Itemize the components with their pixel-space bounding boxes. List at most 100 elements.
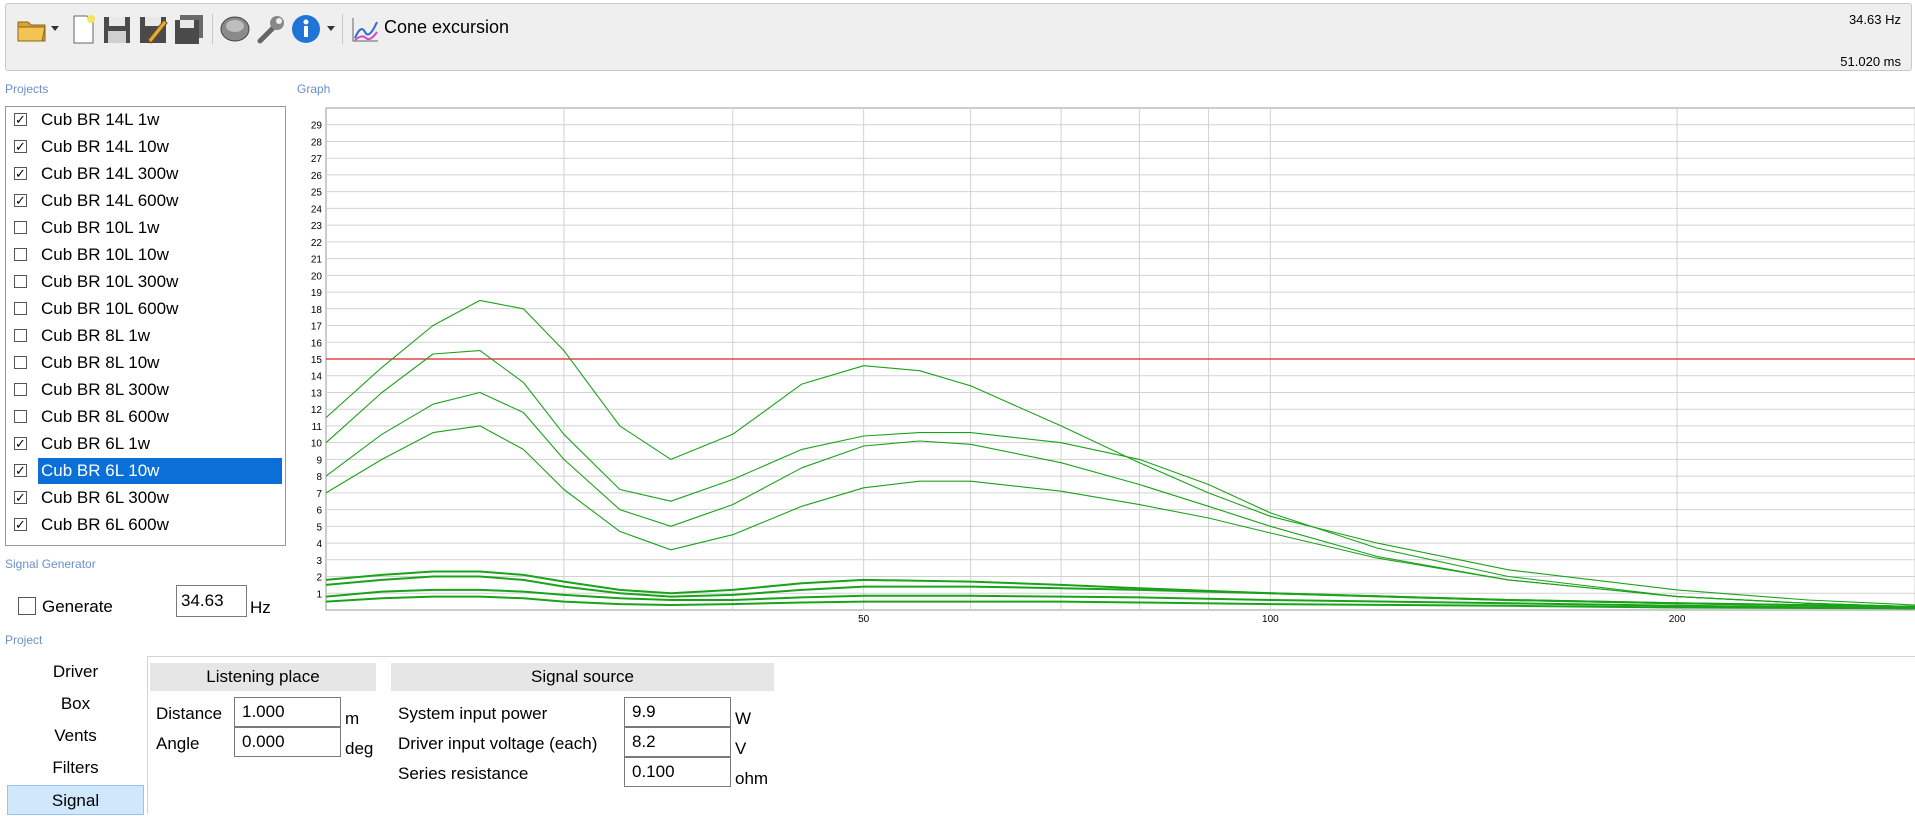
project-checkbox[interactable]: [14, 410, 27, 423]
signal-generator-section-label: Signal Generator: [5, 557, 96, 571]
project-label: Cub BR 6L 1w: [41, 434, 150, 453]
generate-label: Generate: [42, 597, 113, 616]
project-label: Cub BR 14L 1w: [41, 110, 160, 129]
settings-wrench-icon[interactable]: [254, 12, 288, 46]
project-nav-vents[interactable]: Vents: [7, 721, 144, 751]
y-tick-label: 17: [311, 322, 323, 333]
project-list-item[interactable]: Cub BR 10L 10w: [6, 242, 285, 268]
y-tick-label: 18: [311, 305, 323, 316]
project-nav-signal[interactable]: Signal: [7, 785, 144, 815]
series-resistance-label: Series resistance: [398, 764, 529, 783]
project-checkbox[interactable]: [14, 248, 27, 261]
series-resistance-input[interactable]: 0.100: [624, 757, 731, 787]
project-checkbox[interactable]: [14, 275, 27, 288]
project-label: Cub BR 14L 600w: [41, 191, 179, 210]
listening-place-header: Listening place: [150, 663, 376, 691]
y-tick-label: 15: [311, 355, 323, 366]
project-list-item[interactable]: ✓ Cub BR 14L 1w: [6, 107, 285, 133]
info-icon[interactable]: [289, 12, 323, 46]
project-list-item[interactable]: Cub BR 8L 1w: [6, 323, 285, 349]
project-checkbox[interactable]: [14, 356, 27, 369]
save-icon[interactable]: [100, 12, 134, 46]
project-checkbox[interactable]: ✓: [14, 464, 27, 477]
y-tick-label: 23: [311, 221, 323, 232]
project-checkbox[interactable]: ✓: [14, 518, 27, 531]
project-label: Cub BR 10L 300w: [41, 272, 179, 291]
project-label: Cub BR 10L 1w: [41, 218, 160, 237]
distance-input[interactable]: 1.000: [234, 697, 341, 727]
project-checkbox[interactable]: [14, 329, 27, 342]
project-list-item[interactable]: Cub BR 8L 600w: [6, 404, 285, 430]
graph-section-label: Graph: [297, 82, 331, 96]
y-tick-label: 4: [316, 539, 322, 550]
speaker-icon[interactable]: [218, 12, 252, 46]
projects-section-label: Projects: [5, 82, 49, 96]
project-checkbox[interactable]: [14, 302, 27, 315]
project-list-item[interactable]: Cub BR 10L 600w: [6, 296, 285, 322]
project-list-item[interactable]: Cub BR 8L 10w: [6, 350, 285, 376]
angle-unit: deg: [345, 739, 374, 758]
project-checkbox[interactable]: [14, 221, 27, 234]
project-list-item[interactable]: ✓ Cub BR 6L 600w: [6, 512, 285, 538]
project-section-label: Project: [5, 633, 43, 647]
y-tick-label: 5: [316, 522, 322, 533]
new-file-icon[interactable]: [66, 12, 100, 46]
project-label: Cub BR 8L 1w: [41, 326, 150, 345]
chart-icon[interactable]: [348, 12, 382, 46]
project-checkbox[interactable]: ✓: [14, 167, 27, 180]
project-list-item[interactable]: Cub BR 8L 300w: [6, 377, 285, 403]
project-list-item[interactable]: ✓ Cub BR 6L 300w: [6, 485, 285, 511]
save-as-icon[interactable]: [136, 12, 170, 46]
save-all-icon[interactable]: [172, 12, 206, 46]
project-label: Cub BR 6L 600w: [41, 515, 169, 534]
project-checkbox[interactable]: ✓: [14, 437, 27, 450]
project-checkbox[interactable]: ✓: [14, 140, 27, 153]
series-resistance-unit: ohm: [735, 769, 769, 788]
project-checkbox[interactable]: ✓: [14, 113, 27, 126]
y-tick-label: 29: [311, 121, 323, 132]
y-tick-label: 10: [311, 439, 323, 450]
y-tick-label: 7: [316, 489, 322, 500]
system-input-power-unit: W: [735, 709, 752, 728]
toolbar-separator: [342, 14, 343, 44]
driver-input-voltage-input[interactable]: 8.2: [624, 727, 731, 757]
project-list-item[interactable]: Cub BR 10L 300w: [6, 269, 285, 295]
cone-excursion-chart[interactable]: 1234567891011121314151617181920212223242…: [290, 100, 1915, 630]
open-folder-icon[interactable]: [15, 12, 49, 46]
angle-input[interactable]: 0.000: [234, 727, 341, 757]
project-list-item[interactable]: ✓ Cub BR 14L 300w: [6, 161, 285, 187]
project-checkbox[interactable]: ✓: [14, 194, 27, 207]
generate-checkbox[interactable]: [18, 597, 36, 615]
y-tick-label: 21: [311, 255, 323, 266]
y-tick-label: 2: [316, 573, 322, 584]
frequency-readout: 34.63 Hz: [1848, 12, 1901, 27]
y-tick-label: 20: [311, 271, 323, 282]
time-readout: 51.020 ms: [1840, 54, 1901, 69]
system-input-power-label: System input power: [398, 704, 548, 723]
project-list-item[interactable]: ✓ Cub BR 6L 10w: [6, 458, 285, 484]
y-tick-label: 24: [311, 204, 323, 215]
dropdown-arrow-icon[interactable]: [326, 24, 336, 32]
y-tick-label: 6: [316, 506, 322, 517]
distance-label: Distance: [156, 704, 223, 723]
project-list-item[interactable]: Cub BR 10L 1w: [6, 215, 285, 241]
project-nav-driver[interactable]: Driver: [7, 657, 144, 687]
y-tick-label: 3: [316, 556, 322, 567]
project-label: Cub BR 10L 10w: [41, 245, 169, 264]
y-tick-label: 28: [311, 137, 323, 148]
toolbar-separator: [212, 14, 213, 44]
y-tick-label: 25: [311, 188, 323, 199]
project-checkbox[interactable]: [14, 383, 27, 396]
project-list-item[interactable]: ✓ Cub BR 14L 10w: [6, 134, 285, 160]
system-input-power-input[interactable]: 9.9: [624, 697, 731, 727]
generator-frequency-input[interactable]: 34.63: [176, 585, 247, 617]
driver-input-voltage-label: Driver input voltage (each): [398, 734, 598, 753]
project-list[interactable]: ✓ Cub BR 14L 1w ✓ Cub BR 14L 10w ✓ Cub BR 14L…: [5, 106, 286, 546]
project-checkbox[interactable]: ✓: [14, 491, 27, 504]
project-list-item[interactable]: ✓ Cub BR 14L 600w: [6, 188, 285, 214]
project-nav-box[interactable]: Box: [7, 689, 144, 719]
project-nav-filters[interactable]: Filters: [7, 753, 144, 783]
project-list-item[interactable]: ✓ Cub BR 6L 1w: [6, 431, 285, 457]
project-label: Cub BR 14L 300w: [41, 164, 179, 183]
dropdown-arrow-icon[interactable]: [50, 24, 60, 32]
